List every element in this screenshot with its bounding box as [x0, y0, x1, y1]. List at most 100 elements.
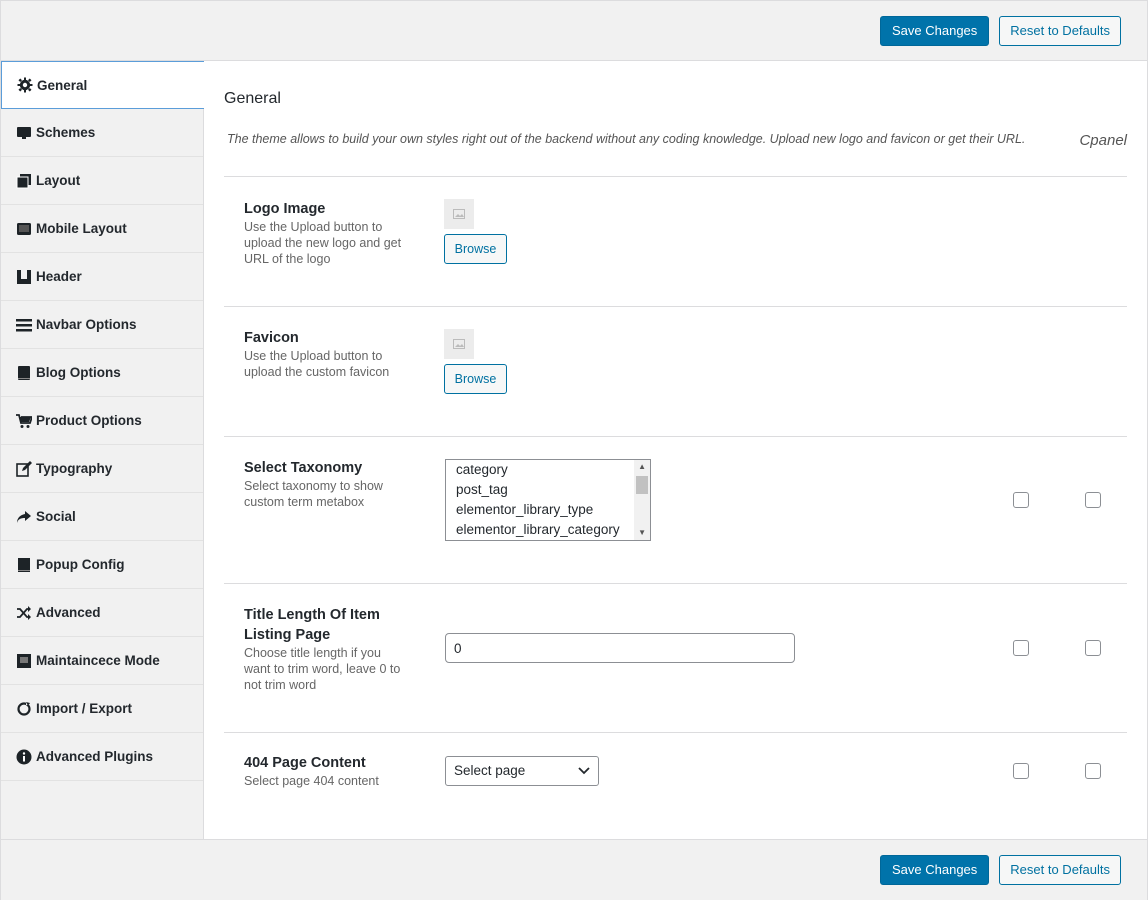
chevron-down-icon — [578, 757, 590, 795]
sidebar-item-header[interactable]: Header — [1, 253, 203, 301]
list-item[interactable]: category — [446, 460, 650, 480]
logo-browse-button[interactable]: Browse — [444, 234, 507, 264]
divider — [224, 176, 1127, 177]
image-icon — [453, 339, 465, 349]
section-description: The theme allows to build your own style… — [227, 132, 1026, 146]
copy-icon — [16, 173, 32, 189]
reset-defaults-button[interactable]: Reset to Defaults — [999, 855, 1121, 885]
save-changes-button[interactable]: Save Changes — [880, 855, 990, 885]
sidebar-item-label: Import / Export — [36, 701, 133, 716]
sidebar-item-label: Maintaincece Mode — [36, 653, 160, 668]
sidebar-item-label: Advanced Plugins — [36, 749, 154, 764]
page404-label: 404 Page Content Select page 404 content — [244, 753, 409, 789]
sidebar-item-general[interactable]: General — [1, 61, 205, 109]
listbox-scrollbar[interactable]: ▲ ▼ — [634, 460, 650, 540]
reset-defaults-button[interactable]: Reset to Defaults — [999, 15, 1121, 46]
favicon-desc: Use the Upload button to upload the cust… — [244, 349, 390, 379]
info-icon — [16, 749, 32, 765]
title-length-title: Title Length Of Item Listing Page — [244, 607, 380, 643]
divider — [224, 583, 1127, 584]
theme-options-panel: Save Changes Reset to Defaults General S… — [0, 0, 1148, 900]
sidebar-item-import-export[interactable]: Import / Export — [1, 685, 203, 733]
list-item[interactable]: elementor_library_type — [446, 500, 650, 520]
top-toolbar: Save Changes Reset to Defaults — [1, 1, 1147, 61]
logo-image-label: Logo Image Use the Upload button to uplo… — [244, 199, 409, 267]
title-length-input[interactable] — [445, 633, 795, 663]
book-icon — [16, 365, 32, 381]
sidebar-item-label: Advanced — [36, 605, 101, 620]
taxonomy-title: Select Taxonomy — [244, 460, 363, 476]
sidebar-item-popup-config[interactable]: Popup Config — [1, 541, 203, 589]
settings-content: General The theme allows to build your o… — [204, 61, 1147, 839]
sidebar-item-label: General — [37, 77, 88, 93]
scroll-down-icon[interactable]: ▼ — [638, 528, 646, 537]
sidebar-item-advanced-plugins[interactable]: Advanced Plugins — [1, 733, 203, 781]
favicon-preview — [444, 329, 474, 359]
sidebar-item-blog-options[interactable]: Blog Options — [1, 349, 203, 397]
image-icon — [453, 209, 465, 219]
title-length-checkbox-2[interactable] — [1085, 640, 1101, 656]
sidebar-item-label: Popup Config — [36, 557, 125, 572]
page404-checkbox-2[interactable] — [1085, 763, 1101, 779]
sidebar-item-label: Social — [36, 509, 76, 524]
sidebar-item-schemes[interactable]: Schemes — [1, 109, 203, 157]
save-changes-button[interactable]: Save Changes — [880, 15, 990, 46]
page-title: General — [224, 90, 281, 107]
sidebar-item-social[interactable]: Social — [1, 493, 203, 541]
bottom-toolbar: Save Changes Reset to Defaults — [1, 839, 1147, 900]
title-length-label: Title Length Of Item Listing Page Choose… — [244, 605, 409, 693]
list-item[interactable]: elementor_library_category — [446, 520, 650, 540]
title-length-checkbox-1[interactable] — [1013, 640, 1029, 656]
refresh-icon — [16, 700, 32, 717]
title-length-desc: Choose title length if you want to trim … — [244, 646, 401, 692]
taxonomy-checkbox-2[interactable] — [1085, 492, 1101, 508]
logo-preview — [444, 199, 474, 229]
page404-title: 404 Page Content — [244, 755, 366, 771]
sidebar-item-label: Blog Options — [36, 365, 121, 380]
sidebar-item-maintenance-mode[interactable]: Maintaincece Mode — [1, 637, 203, 685]
maintenance-icon — [16, 653, 32, 669]
list-item[interactable]: post_tag — [446, 480, 650, 500]
favicon-browse-button[interactable]: Browse — [444, 364, 507, 394]
favicon-label: Favicon Use the Upload button to upload … — [244, 328, 409, 380]
scroll-up-icon[interactable]: ▲ — [638, 462, 646, 471]
favicon-title: Favicon — [244, 330, 299, 346]
sidebar-item-label: Header — [36, 269, 82, 284]
page404-desc: Select page 404 content — [244, 774, 379, 788]
sidebar-item-mobile-layout[interactable]: Mobile Layout — [1, 205, 203, 253]
monitor-icon — [16, 125, 32, 141]
popup-icon — [16, 557, 32, 573]
sidebar-item-label: Navbar Options — [36, 317, 137, 332]
cart-icon — [16, 413, 32, 429]
tablet-icon — [16, 221, 32, 237]
sidebar-item-label: Product Options — [36, 413, 142, 428]
sidebar-item-typography[interactable]: Typography — [1, 445, 203, 493]
page404-select[interactable]: Select page — [445, 756, 599, 786]
divider — [224, 306, 1127, 307]
share-icon — [16, 509, 32, 525]
cpanel-label: Cpanel — [1079, 132, 1127, 149]
divider — [224, 732, 1127, 733]
logo-image-title: Logo Image — [244, 201, 326, 217]
gear-icon — [17, 77, 33, 93]
scroll-thumb[interactable] — [636, 476, 648, 494]
sidebar-item-product-options[interactable]: Product Options — [1, 397, 203, 445]
page404-checkbox-1[interactable] — [1013, 763, 1029, 779]
taxonomy-checkbox-1[interactable] — [1013, 492, 1029, 508]
sidebar-item-label: Typography — [36, 461, 113, 476]
shuffle-icon — [16, 605, 32, 621]
logo-image-desc: Use the Upload button to upload the new … — [244, 220, 402, 266]
sidebar-item-label: Schemes — [36, 125, 96, 140]
sidebar-item-advanced[interactable]: Advanced — [1, 589, 203, 637]
sidebar-item-layout[interactable]: Layout — [1, 157, 203, 205]
header-icon — [16, 269, 32, 285]
sidebar-item-label: Mobile Layout — [36, 221, 127, 236]
edit-icon — [16, 460, 32, 477]
sidebar: General Schemes Layout Mobile Layout Hea… — [1, 61, 205, 839]
sidebar-item-label: Layout — [36, 173, 81, 188]
divider — [224, 436, 1127, 437]
sidebar-item-navbar-options[interactable]: Navbar Options — [1, 301, 203, 349]
taxonomy-label: Select Taxonomy Select taxonomy to show … — [244, 458, 409, 510]
taxonomy-desc: Select taxonomy to show custom term meta… — [244, 479, 383, 509]
taxonomy-listbox[interactable]: category post_tag elementor_library_type… — [445, 459, 651, 541]
